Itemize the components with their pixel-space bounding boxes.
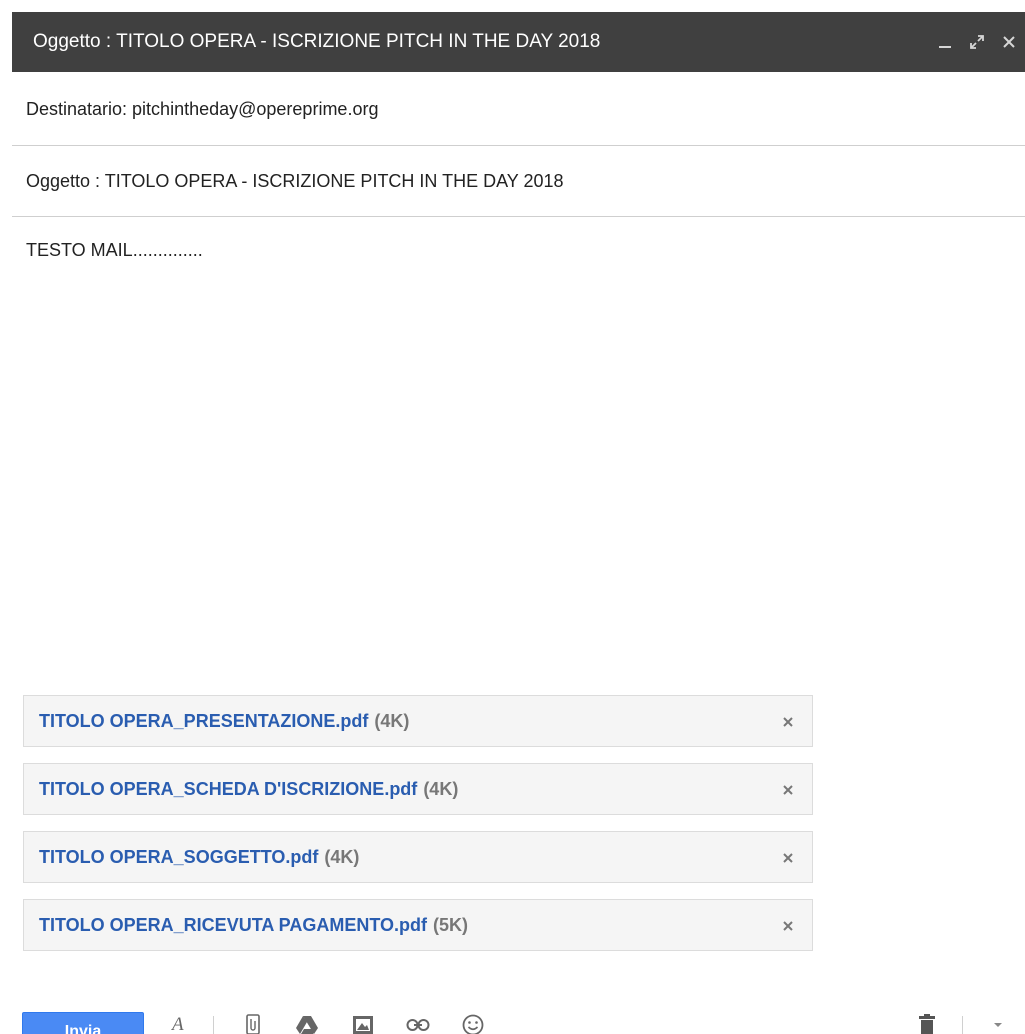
close-icon[interactable] [993,12,1025,72]
minimize-icon[interactable] [929,12,961,72]
attachment-name[interactable]: TITOLO OPERA_SCHEDA D'ISCRIZIONE.pdf [39,779,417,800]
text-formatting-icon[interactable]: A [164,1012,194,1034]
compose-toolbar: Invia A [0,998,1025,1034]
drive-icon[interactable] [292,1012,322,1034]
attachment-size: (4K) [423,778,459,799]
remove-attachment-icon[interactable] [774,832,802,884]
attachment-item: TITOLO OPERA_RICEVUTA PAGAMENTO.pdf (5K) [23,899,813,951]
paperclip-icon[interactable] [238,1012,268,1034]
attachment-list: TITOLO OPERA_PRESENTAZIONE.pdf (4K) TITO… [23,695,813,967]
window-controls [929,12,1025,72]
trash-icon[interactable] [912,1012,942,1034]
link-icon[interactable] [403,1012,433,1034]
attachment-size: (5K) [433,914,469,935]
attachment-name[interactable]: TITOLO OPERA_PRESENTAZIONE.pdf [39,711,368,732]
toolbar-divider [962,1016,963,1034]
attachment-name[interactable]: TITOLO OPERA_SOGGETTO.pdf [39,847,318,868]
send-button[interactable]: Invia [22,1012,144,1034]
photo-icon[interactable] [348,1012,378,1034]
attachment-item: TITOLO OPERA_SCHEDA D'ISCRIZIONE.pdf (4K… [23,763,813,815]
remove-attachment-icon[interactable] [774,696,802,748]
subject-field[interactable]: Oggetto : TITOLO OPERA - ISCRIZIONE PITC… [12,146,1025,217]
attachment-size: (4K) [374,710,410,731]
message-body[interactable]: TESTO MAIL.............. [26,240,203,261]
remove-attachment-icon[interactable] [774,764,802,816]
chevron-down-icon[interactable] [983,1012,1013,1034]
window-title: Oggetto : TITOLO OPERA - ISCRIZIONE PITC… [33,31,601,52]
attachment-name[interactable]: TITOLO OPERA_RICEVUTA PAGAMENTO.pdf [39,915,427,936]
attachment-item: TITOLO OPERA_PRESENTAZIONE.pdf (4K) [23,695,813,747]
expand-icon[interactable] [961,12,993,72]
svg-text:A: A [170,1014,184,1034]
toolbar-divider [213,1016,214,1034]
compose-window: Oggetto : TITOLO OPERA - ISCRIZIONE PITC… [0,0,1025,1034]
recipient-field[interactable]: Destinatario: pitchintheday@opereprime.o… [12,72,1025,146]
emoji-icon[interactable] [458,1012,488,1034]
attachment-item: TITOLO OPERA_SOGGETTO.pdf (4K) [23,831,813,883]
attachment-size: (4K) [324,846,360,867]
compose-titlebar[interactable]: Oggetto : TITOLO OPERA - ISCRIZIONE PITC… [12,12,1025,72]
remove-attachment-icon[interactable] [774,900,802,952]
